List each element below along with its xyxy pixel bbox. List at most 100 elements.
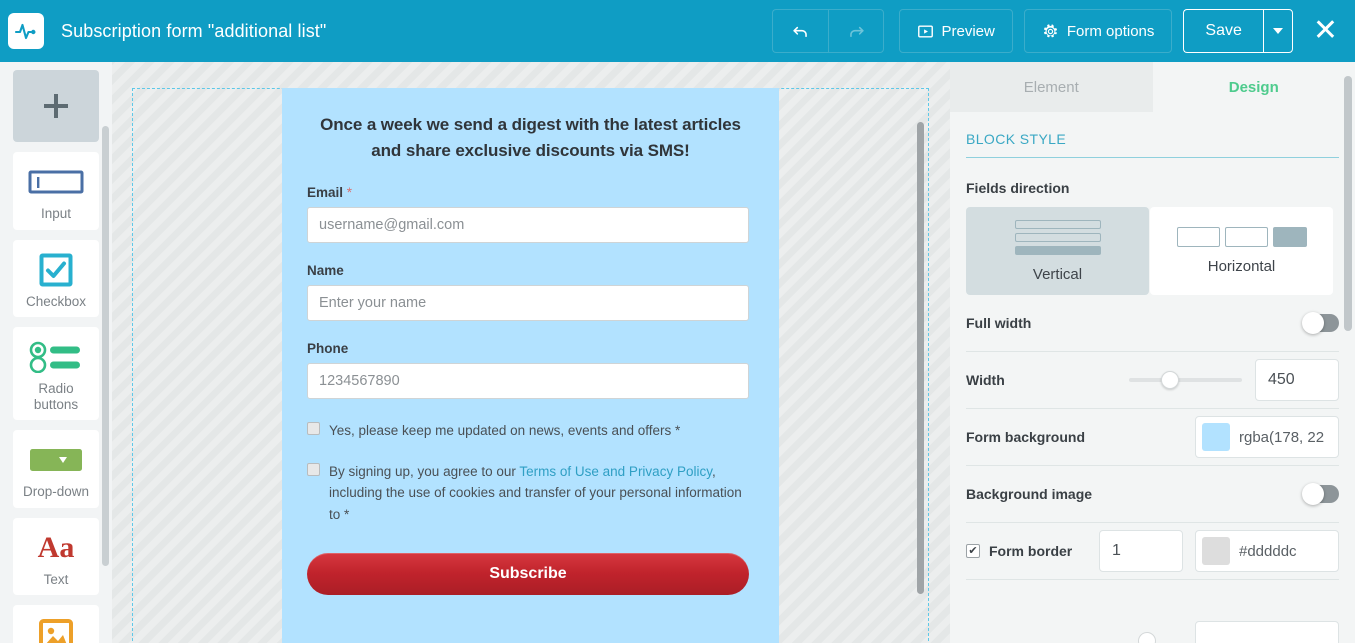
form-border-color-field[interactable]: #dddddc bbox=[1195, 530, 1339, 572]
form-border-width-input[interactable] bbox=[1099, 530, 1183, 572]
redo-button[interactable] bbox=[828, 9, 885, 53]
width-label: Width bbox=[966, 372, 1005, 388]
form-field-email: Email * bbox=[307, 185, 754, 243]
terms-text-before: By signing up, you agree to our bbox=[329, 463, 520, 479]
gear-icon bbox=[1043, 23, 1057, 37]
form-field-phone: Phone bbox=[307, 341, 754, 399]
layout-box bbox=[1176, 227, 1220, 247]
vertical-layout-icon bbox=[1014, 219, 1101, 255]
save-dropdown-button[interactable] bbox=[1262, 9, 1293, 53]
undo-arrow-icon bbox=[793, 26, 808, 37]
form-border-checkbox[interactable]: ✔ bbox=[966, 544, 980, 558]
consent-row-newsletter: Yes, please keep me updated on news, eve… bbox=[307, 420, 754, 442]
value-field-partial[interactable] bbox=[1195, 621, 1339, 643]
preview-button[interactable]: Preview bbox=[899, 9, 1013, 53]
input-field-icon bbox=[28, 162, 84, 202]
check-glyph: ✔ bbox=[968, 544, 978, 557]
sidebar-item-label: Checkbox bbox=[25, 293, 87, 309]
radio-buttons-icon bbox=[29, 337, 83, 377]
form-canvas[interactable]: Once a week we send a digest with the la… bbox=[112, 62, 950, 643]
panel-tabs: Element Design bbox=[950, 62, 1355, 112]
width-value-input[interactable] bbox=[1255, 359, 1339, 401]
newsletter-consent-text: Yes, please keep me updated on news, eve… bbox=[329, 422, 681, 438]
sidebar-item-image[interactable] bbox=[13, 605, 99, 643]
terms-privacy-link[interactable]: Terms of Use and Privacy Policy bbox=[519, 464, 712, 479]
app-header: Subscription form "additional list" Prev… bbox=[0, 0, 1355, 62]
checkbox-icon bbox=[39, 250, 73, 290]
form-field-name: Name bbox=[307, 263, 754, 321]
sidebar-item-label: Radio buttons bbox=[33, 381, 79, 412]
sidebar-item-text[interactable]: Aa Text bbox=[13, 517, 99, 596]
pulse-logo-icon[interactable] bbox=[8, 13, 44, 49]
full-width-toggle[interactable] bbox=[1302, 312, 1339, 334]
canvas-scrollbar[interactable] bbox=[917, 122, 924, 594]
sidebar-list: Input Checkbox Radio buttons Drop-down A… bbox=[0, 62, 112, 643]
fields-direction-vertical-option[interactable]: Vertical bbox=[966, 207, 1149, 295]
form-background-color-field[interactable]: rgba(178, 22 bbox=[1195, 416, 1339, 458]
color-swatch[interactable] bbox=[1202, 537, 1230, 565]
newsletter-checkbox[interactable] bbox=[307, 421, 320, 435]
tab-element[interactable]: Element bbox=[950, 62, 1153, 112]
segment-label: Horizontal bbox=[1207, 258, 1276, 275]
form-background-row: Form background rgba(178, 22 bbox=[966, 409, 1339, 466]
elements-sidebar: Input Checkbox Radio buttons Drop-down A… bbox=[0, 62, 112, 643]
sidebar-item-label: Input bbox=[40, 206, 72, 221]
color-swatch[interactable] bbox=[1202, 423, 1230, 451]
panel-scrollbar[interactable] bbox=[1344, 76, 1352, 331]
sidebar-item-radio-buttons[interactable]: Radio buttons bbox=[13, 327, 99, 421]
segment-label: Vertical bbox=[1032, 265, 1083, 283]
add-element-button[interactable] bbox=[13, 70, 99, 142]
save-button[interactable]: Save bbox=[1183, 9, 1263, 53]
field-label-text: Email bbox=[307, 184, 344, 200]
slider-knob-partial[interactable] bbox=[1138, 632, 1156, 643]
background-image-toggle[interactable] bbox=[1302, 483, 1339, 505]
image-icon bbox=[39, 615, 73, 643]
fields-direction-label: Fields direction bbox=[966, 180, 1070, 196]
phone-input[interactable] bbox=[307, 362, 749, 399]
close-button[interactable]: ✕ bbox=[1309, 16, 1342, 46]
undo-redo-group bbox=[772, 9, 885, 53]
sidebar-item-drop-down[interactable]: Drop-down bbox=[13, 430, 99, 508]
sidebar-scrollbar[interactable] bbox=[102, 126, 109, 566]
page-title: Subscription form "additional list" bbox=[61, 20, 327, 41]
slider-track bbox=[1129, 378, 1242, 382]
dropdown-icon bbox=[28, 440, 84, 480]
sidebar-item-label: Drop-down bbox=[22, 484, 90, 500]
form-border-row: ✔ Form border #dddddc bbox=[966, 523, 1339, 580]
email-input[interactable] bbox=[307, 206, 749, 243]
background-image-row: Background image bbox=[966, 466, 1339, 523]
subscription-form: Once a week we send a digest with the la… bbox=[282, 88, 779, 643]
form-options-button[interactable]: Form options bbox=[1023, 9, 1173, 53]
width-slider[interactable] bbox=[1129, 371, 1242, 389]
form-border-label: Form border bbox=[989, 543, 1073, 559]
next-setting-row-partial bbox=[966, 613, 1339, 643]
layout-line-solid bbox=[1014, 245, 1101, 255]
tab-design[interactable]: Design bbox=[1152, 62, 1355, 112]
horizontal-layout-icon bbox=[1176, 227, 1307, 247]
form-background-label: Form background bbox=[966, 429, 1086, 445]
field-label: Name bbox=[307, 262, 344, 278]
fields-direction-selector: Vertical Horizontal bbox=[966, 207, 1339, 295]
sidebar-item-input[interactable]: Input bbox=[13, 152, 99, 230]
sidebar-item-checkbox[interactable]: Checkbox bbox=[13, 239, 99, 318]
undo-button[interactable] bbox=[772, 9, 829, 53]
slider-knob[interactable] bbox=[1161, 371, 1179, 389]
form-border-color-value: #dddddc bbox=[1239, 542, 1297, 560]
subscribe-button[interactable]: Subscribe bbox=[307, 553, 749, 596]
redo-arrow-icon bbox=[850, 26, 864, 37]
block-style-heading: BLOCK STYLE bbox=[966, 131, 1339, 158]
field-label: Phone bbox=[307, 340, 349, 356]
terms-checkbox[interactable] bbox=[307, 462, 320, 476]
layout-line bbox=[1014, 232, 1101, 242]
fields-direction-horizontal-option[interactable]: Horizontal bbox=[1150, 207, 1333, 295]
text-aa-icon: Aa bbox=[37, 530, 75, 564]
sidebar-item-label: Text bbox=[43, 571, 69, 587]
toggle-knob bbox=[1302, 312, 1324, 334]
consent-row-terms: By signing up, you agree to our Terms of… bbox=[307, 461, 754, 527]
field-label: Email * bbox=[307, 185, 754, 200]
header-actions: Preview Form options Save ✕ bbox=[772, 9, 1342, 53]
preview-label: Preview bbox=[941, 22, 995, 40]
form-options-label: Form options bbox=[1066, 22, 1155, 40]
toggle-knob bbox=[1302, 483, 1324, 505]
name-input[interactable] bbox=[307, 284, 749, 321]
